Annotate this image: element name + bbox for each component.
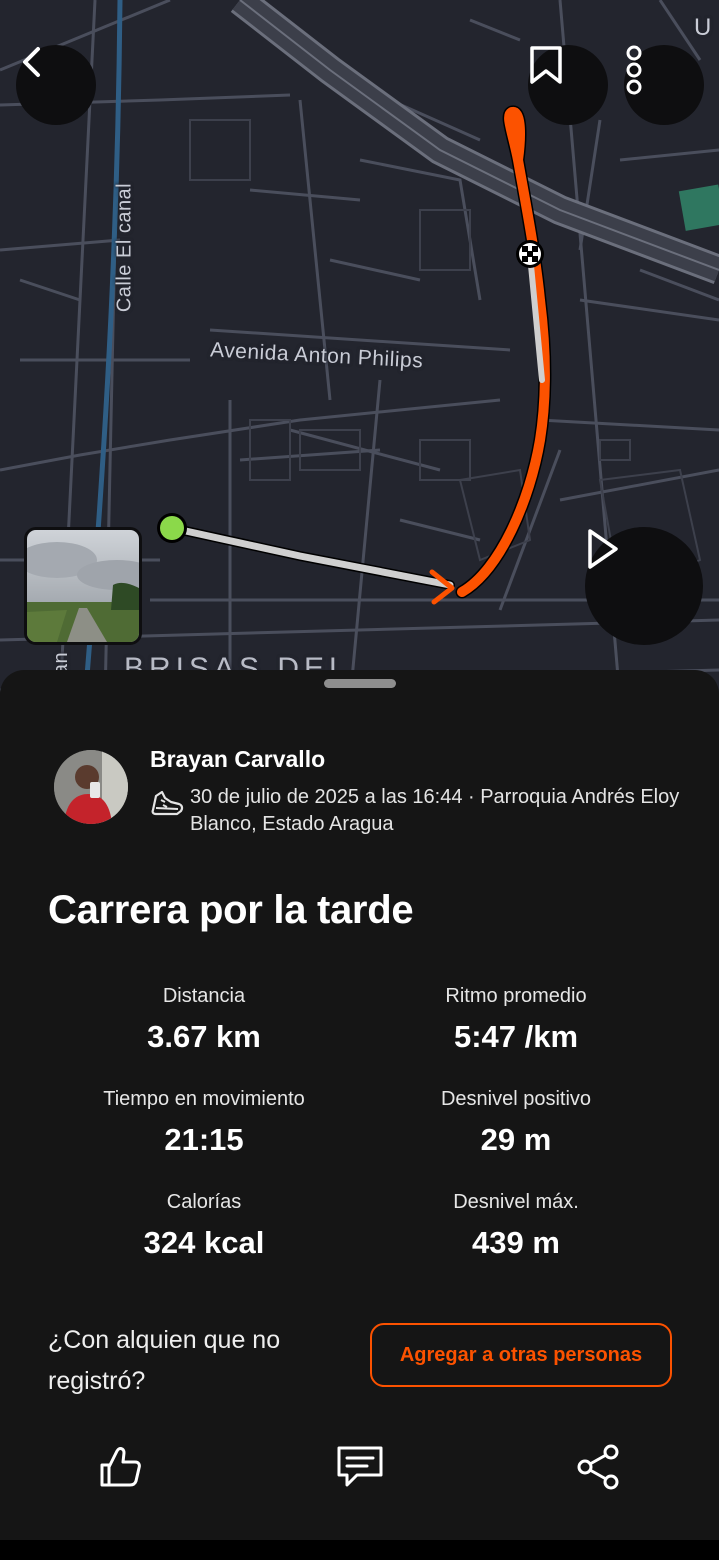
street-label-edge: U	[694, 14, 712, 41]
more-options-button[interactable]	[624, 45, 704, 125]
stat-value: 21:15	[164, 1122, 244, 1157]
stat-label: Desnivel positivo	[440, 1088, 592, 1110]
running-shoe-icon	[151, 790, 184, 816]
bookmark-button[interactable]	[528, 45, 608, 125]
athlete-name[interactable]: Brayan Carvallo	[150, 746, 325, 773]
chevron-left-icon	[23, 47, 40, 77]
stat-calories: Calorías 324 kcal	[39, 1191, 369, 1261]
stat-label: Distancia	[162, 985, 246, 1007]
play-flyover-button[interactable]	[585, 527, 703, 645]
sheet-drag-handle[interactable]	[324, 679, 396, 688]
street-label-calle-el-canal: Calle El canal	[113, 182, 136, 313]
thumbs-up-icon	[100, 1447, 141, 1487]
finish-flag-icon	[516, 240, 544, 268]
comment-icon	[337, 1446, 383, 1487]
bookmark-icon	[530, 46, 562, 84]
tag-others-question: ¿Con alquien que no registró?	[48, 1326, 281, 1395]
stat-value: 29 m	[480, 1122, 552, 1157]
stat-label: Calorías	[166, 1191, 242, 1213]
system-nav-bar	[0, 1540, 719, 1560]
play-icon	[588, 529, 618, 569]
stat-elevation-gain: Desnivel positivo 29 m	[351, 1088, 681, 1158]
more-vertical-icon	[626, 45, 642, 95]
activity-photo-thumbnail[interactable]	[24, 527, 142, 645]
comment-button[interactable]	[335, 1442, 385, 1492]
avatar[interactable]	[54, 750, 128, 824]
share-icon	[577, 1444, 619, 1490]
share-button[interactable]	[574, 1442, 624, 1492]
back-button[interactable]	[16, 45, 96, 125]
photo-landscape	[27, 530, 139, 642]
route-map[interactable]: Calle El canal Avenida Anton Philips BRI…	[0, 0, 719, 700]
stat-moving-time: Tiempo en movimiento 21:15	[39, 1088, 369, 1158]
stat-value: 5:47 /km	[453, 1019, 579, 1054]
activity-datetime-location: 30 de julio de 2025 a las 16:44 · Parroq…	[190, 786, 680, 835]
stat-label: Ritmo promedio	[445, 985, 587, 1007]
kudos-button[interactable]	[95, 1442, 145, 1492]
stat-distance: Distancia 3.67 km	[39, 985, 369, 1055]
stat-label: Tiempo en movimiento	[103, 1088, 305, 1110]
stat-label: Desnivel máx.	[453, 1191, 579, 1213]
stat-value: 3.67 km	[147, 1019, 261, 1054]
activity-title: Carrera por la tarde	[48, 888, 414, 932]
stat-max-elevation: Desnivel máx. 439 m	[351, 1191, 681, 1261]
stat-value: 324 kcal	[143, 1225, 265, 1260]
avatar-photo	[54, 750, 128, 824]
add-others-button[interactable]: Agregar a otras personas	[370, 1323, 672, 1387]
activity-details-sheet: Brayan Carvallo 30 de julio de 2025 a la…	[0, 670, 719, 1540]
stat-avg-pace: Ritmo promedio 5:47 /km	[351, 985, 681, 1055]
stat-value: 439 m	[472, 1225, 560, 1260]
